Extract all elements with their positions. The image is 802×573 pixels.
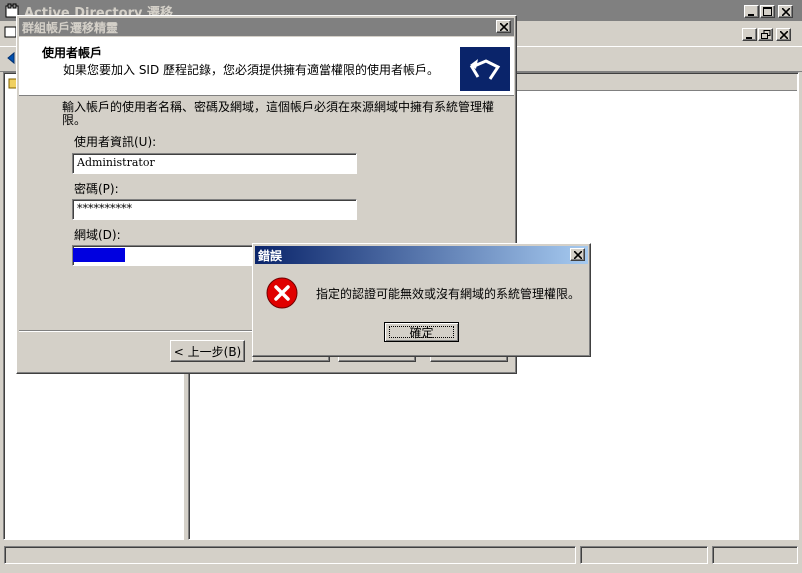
- wizard-graphic-icon: [460, 47, 510, 91]
- main-close-button[interactable]: [778, 5, 793, 18]
- domain-value: kitch1: [73, 248, 125, 262]
- status-panel-1: [4, 546, 576, 564]
- error-close-button[interactable]: [570, 248, 585, 261]
- password-label: 密碼(P):: [74, 182, 119, 196]
- child-close-button[interactable]: [776, 28, 791, 41]
- close-icon: [573, 250, 582, 259]
- wizard-header-title: 使用者帳戶: [42, 46, 103, 60]
- minimize-icon: [747, 13, 754, 16]
- close-icon: [779, 30, 788, 39]
- maximize-icon: [763, 7, 772, 16]
- wizard-header-subtitle: 如果您要加入 SID 歷程記錄，您必須提供擁有適當權限的使用者帳戶。: [63, 63, 440, 77]
- user-label: 使用者資訊(U):: [74, 135, 157, 149]
- user-input[interactable]: Administrator: [72, 153, 357, 174]
- wizard-close-button[interactable]: [496, 20, 511, 33]
- password-input[interactable]: **********: [72, 199, 357, 220]
- error-title-bar: [255, 246, 588, 264]
- main-minimize-button[interactable]: [744, 5, 759, 18]
- child-restore-button[interactable]: [758, 28, 773, 41]
- ok-button[interactable]: 確定: [384, 322, 459, 342]
- status-panel-2: [580, 546, 708, 564]
- error-icon: [265, 276, 299, 310]
- domain-label: 網域(D):: [74, 228, 121, 242]
- child-minimize-button[interactable]: [742, 28, 757, 41]
- wizard-title: 群組帳戶遷移精靈: [22, 21, 119, 35]
- error-title: 錯誤: [258, 249, 283, 263]
- minimize-icon: [745, 36, 752, 39]
- error-message: 指定的認證可能無效或沒有網域的系統管理權限。: [316, 287, 581, 301]
- close-icon: [499, 22, 508, 31]
- close-icon: [781, 7, 790, 16]
- main-maximize-button[interactable]: [760, 5, 775, 18]
- back-button[interactable]: < 上一步(B): [170, 340, 245, 362]
- status-panel-3: [712, 546, 798, 564]
- wizard-instruction: 輸入帳戶的使用者名稱、密碼及網域，這個帳戶必須在來源網域中擁有系統管理權限。: [62, 100, 495, 127]
- restore-icon: [760, 30, 770, 39]
